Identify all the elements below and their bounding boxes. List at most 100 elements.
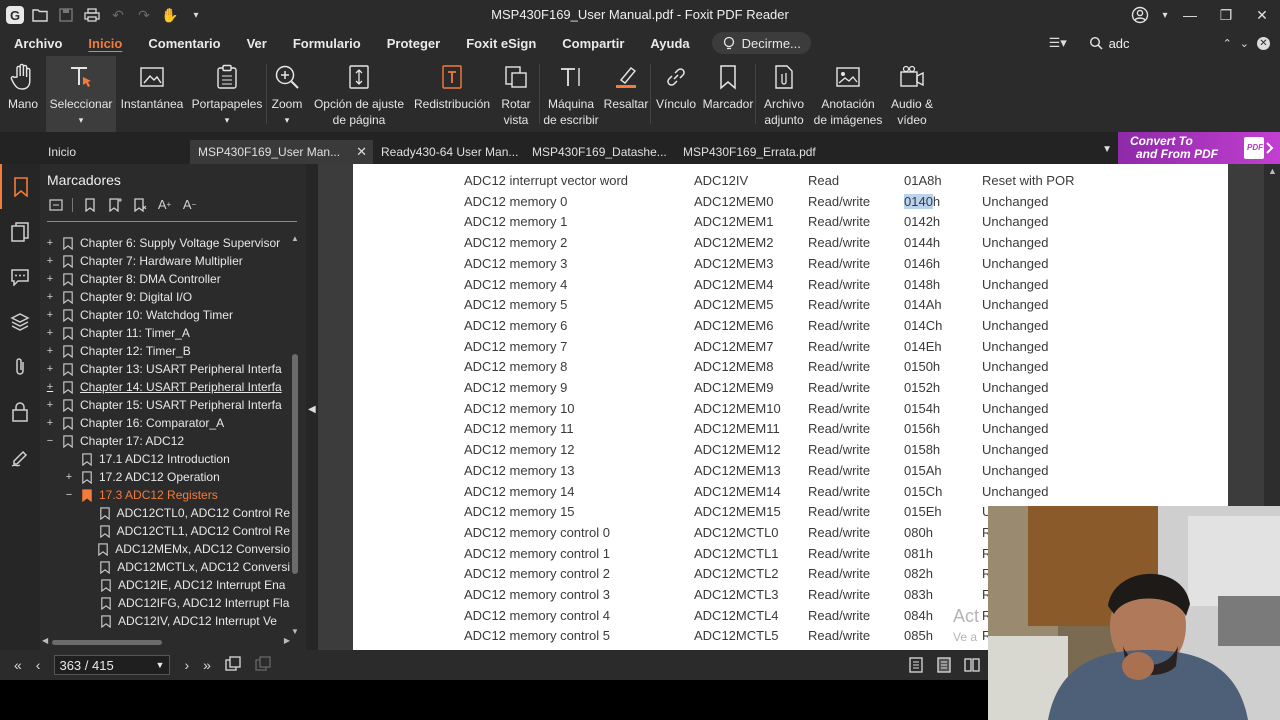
expand-toggle-icon[interactable]: +: [43, 273, 57, 285]
bookmark-item[interactable]: + Chapter 13: USART Peripheral Interfa: [40, 360, 290, 378]
tool-rotate-view[interactable]: Rotar vista: [493, 56, 539, 132]
bookmark-item[interactable]: + Chapter 7: Hardware Multiplier: [40, 252, 290, 270]
menu-inicio[interactable]: Inicio: [74, 30, 134, 56]
tool-snapshot[interactable]: Instantánea: [116, 56, 188, 132]
menu-compartir[interactable]: Compartir: [548, 30, 636, 56]
tool-clipboard[interactable]: Portapapeles ▾: [188, 56, 266, 132]
menu-formulario[interactable]: Formulario: [279, 30, 373, 56]
last-page-icon[interactable]: »: [203, 657, 211, 673]
expand-toggle-icon[interactable]: +: [43, 291, 57, 303]
expand-toggle-icon[interactable]: +: [43, 363, 57, 375]
bookmark-options-icon[interactable]: [47, 196, 64, 213]
tool-zoom-dropdown-icon[interactable]: ▾: [285, 112, 290, 128]
bookmark-item[interactable]: + Chapter 10: Watchdog Timer: [40, 306, 290, 324]
menu-foxit-esign[interactable]: Foxit eSign: [452, 30, 548, 56]
redo-icon[interactable]: ↷: [134, 5, 154, 25]
account-icon[interactable]: [1122, 0, 1158, 30]
scroll-right-icon[interactable]: ▶: [284, 636, 290, 645]
bookmark-item[interactable]: 17.1 ADC12 Introduction: [40, 450, 290, 468]
bookmark-item[interactable]: ADC12CTL1, ADC12 Control Re: [40, 522, 290, 540]
continuous-view-icon[interactable]: [936, 657, 952, 678]
expand-toggle-icon[interactable]: +: [62, 471, 76, 483]
page-number-field[interactable]: 363 / 415 ▼: [54, 655, 171, 675]
menu-archivo[interactable]: Archivo: [0, 30, 74, 56]
scroll-up-icon[interactable]: ▲: [291, 234, 299, 243]
bookmarks-hscroll-thumb[interactable]: [52, 640, 162, 645]
expand-bookmark-icon[interactable]: [81, 196, 98, 213]
customize-quick-access-icon[interactable]: ▾: [186, 5, 206, 25]
facing-view-icon[interactable]: [964, 657, 980, 678]
tell-me-box[interactable]: Decirme...: [711, 32, 811, 54]
account-dropdown-icon[interactable]: ▾: [1158, 0, 1172, 30]
bookmark-item[interactable]: ADC12IV, ADC12 Interrupt Ve: [40, 612, 290, 630]
expand-toggle-icon[interactable]: +: [43, 255, 57, 267]
tab-list-dropdown-icon[interactable]: ▼: [1102, 144, 1112, 155]
bookmark-item[interactable]: + Chapter 8: DMA Controller: [40, 270, 290, 288]
bookmark-item[interactable]: − 17.3 ADC12 Registers: [40, 486, 290, 504]
bookmarks-hscrollbar[interactable]: ◀ ▶: [42, 636, 290, 646]
bookmarks-scroll-thumb[interactable]: [292, 354, 298, 574]
tool-select-dropdown-icon[interactable]: ▾: [79, 112, 84, 128]
bookmark-item[interactable]: + Chapter 14: USART Peripheral Interfa: [40, 378, 290, 396]
bookmark-item[interactable]: +17.2 ADC12 Operation: [40, 468, 290, 486]
bookmark-item[interactable]: ADC12IFG, ADC12 Interrupt Fla: [40, 594, 290, 612]
bookmark-item[interactable]: + Chapter 12: Timer_B: [40, 342, 290, 360]
tool-typewriter[interactable]: Máquina de escribir: [540, 56, 602, 132]
minimize-icon[interactable]: —: [1172, 0, 1208, 30]
tool-audio-video[interactable]: Audio & vídeo: [884, 56, 940, 132]
scroll-left-icon[interactable]: ◀: [42, 636, 48, 645]
convert-pdf-banner[interactable]: Convert To and From PDF PDF: [1118, 132, 1280, 164]
menu-ayuda[interactable]: Ayuda: [636, 30, 701, 56]
bookmark-item[interactable]: + Chapter 9: Digital I/O: [40, 288, 290, 306]
expand-toggle-icon[interactable]: +: [43, 237, 57, 249]
tab-errata[interactable]: MSP430F169_Errata.pdf: [675, 140, 835, 164]
bookmark-item[interactable]: ADC12MEMx, ADC12 Conversio: [40, 540, 290, 558]
add-bookmark-icon[interactable]: [106, 196, 123, 213]
scroll-down-icon[interactable]: ▼: [291, 627, 299, 636]
pages-panel-icon[interactable]: [0, 209, 40, 254]
page-dropdown-icon[interactable]: ▼: [156, 660, 165, 670]
comments-panel-icon[interactable]: [0, 254, 40, 299]
foxit-logo-icon[interactable]: G: [6, 6, 24, 24]
tool-clipboard-dropdown-icon[interactable]: ▾: [225, 112, 230, 128]
doc-scroll-up-icon[interactable]: ▲: [1268, 166, 1277, 176]
previous-page-icon[interactable]: ‹: [36, 657, 41, 673]
tool-select[interactable]: Seleccionar ▾: [46, 56, 116, 132]
tool-hand[interactable]: Mano: [0, 56, 46, 132]
bookmarks-panel-icon[interactable]: [0, 164, 40, 209]
restore-icon[interactable]: ❐: [1208, 0, 1244, 30]
bookmark-item[interactable]: ADC12MCTLx, ADC12 Conversi: [40, 558, 290, 576]
layers-panel-icon[interactable]: [0, 299, 40, 344]
bookmark-item[interactable]: ADC12IE, ADC12 Interrupt Ena: [40, 576, 290, 594]
tool-bookmark[interactable]: Marcador: [701, 56, 755, 132]
tab-user-manual[interactable]: MSP430F169_User Man... ✕: [190, 140, 373, 164]
expand-toggle-icon[interactable]: +: [43, 345, 57, 357]
collapse-panel-icon[interactable]: ◀: [308, 404, 316, 415]
search-clear-icon[interactable]: ✕: [1257, 36, 1270, 50]
signature-panel-icon[interactable]: [0, 434, 40, 479]
close-icon[interactable]: ✕: [1244, 0, 1280, 30]
single-page-view-icon[interactable]: [908, 657, 924, 678]
bookmark-item[interactable]: + Chapter 15: USART Peripheral Interfa: [40, 396, 290, 414]
decrease-text-size-icon[interactable]: A −: [181, 196, 198, 213]
tab-home[interactable]: Inicio: [40, 140, 190, 164]
print-icon[interactable]: [82, 5, 102, 25]
open-folder-icon[interactable]: [30, 5, 50, 25]
tool-zoom[interactable]: Zoom ▾: [267, 56, 307, 132]
tool-highlight[interactable]: Resaltar: [602, 56, 650, 132]
hand-tool-quick-icon[interactable]: ✋: [160, 5, 180, 25]
save-icon[interactable]: [56, 5, 76, 25]
tool-page-fit[interactable]: Opción de ajuste de página: [307, 56, 411, 132]
tool-reflow[interactable]: Redistribución: [411, 56, 493, 132]
menu-ver[interactable]: Ver: [233, 30, 279, 56]
tab-ready430[interactable]: Ready430-64 User Man...: [373, 140, 525, 164]
expand-toggle-icon[interactable]: +: [43, 381, 57, 393]
tool-image-annotation[interactable]: Anotación de imágenes: [812, 56, 884, 132]
bookmark-item[interactable]: + Chapter 6: Supply Voltage Supervisor: [40, 234, 290, 252]
expand-toggle-icon[interactable]: −: [43, 435, 57, 447]
tab-close-icon[interactable]: ✕: [356, 144, 367, 160]
tool-attachment[interactable]: Archivo adjunto: [756, 56, 812, 132]
bookmark-item[interactable]: + Chapter 11: Timer_A: [40, 324, 290, 342]
attachments-panel-icon[interactable]: [0, 344, 40, 389]
bookmarks-scrollbar[interactable]: ▲ ▼: [290, 234, 300, 636]
